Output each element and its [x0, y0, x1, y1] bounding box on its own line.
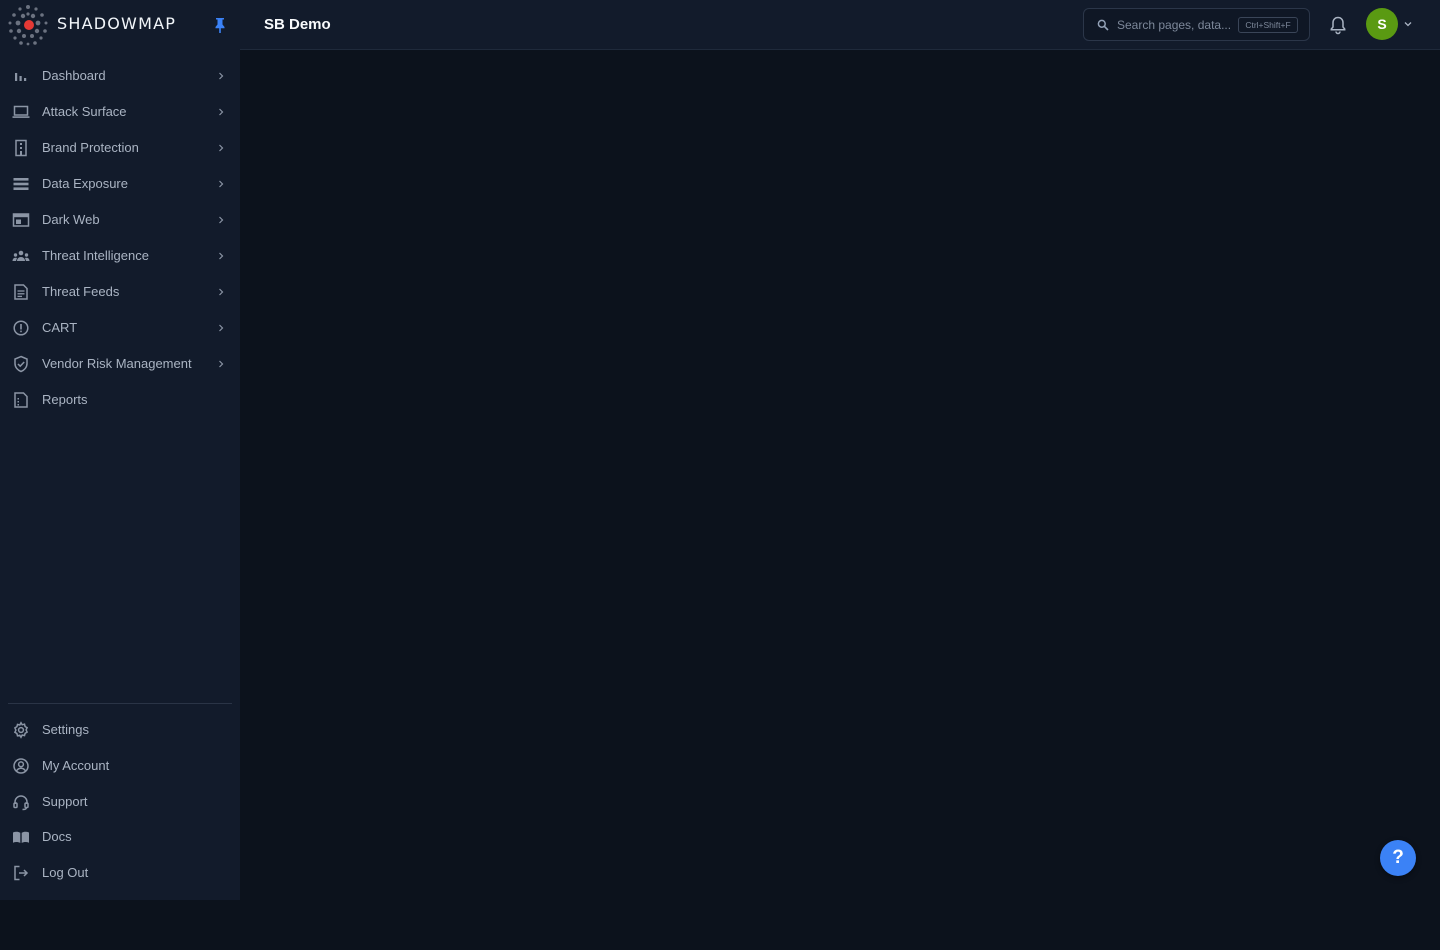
- sidebar-item-reports[interactable]: Reports: [0, 382, 240, 418]
- sidebar-divider: [8, 703, 232, 704]
- bell-icon[interactable]: [1329, 15, 1347, 35]
- search-input[interactable]: [1117, 17, 1235, 33]
- database-list-icon: [13, 178, 29, 190]
- building-icon: [15, 139, 27, 157]
- sidebar-item-label: Data Exposure: [42, 176, 128, 191]
- sidebar-item-label: Attack Surface: [42, 104, 127, 119]
- page-title: SB Demo: [264, 16, 331, 33]
- sidebar-item-threat-intelligence[interactable]: Threat Intelligence: [0, 238, 240, 274]
- chevron-right-icon: [219, 288, 224, 296]
- gear-icon: [13, 721, 29, 739]
- sidebar-item-label: Support: [42, 793, 88, 809]
- top-header: SB Demo Ctrl+Shift+F S: [240, 0, 1440, 50]
- sidebar-item-label: Vendor Risk Management: [42, 356, 192, 371]
- chevron-right-icon: [219, 72, 224, 80]
- sidebar-nav: Dashboard Attack Surface Brand Protectio…: [0, 58, 240, 418]
- sidebar-item-label: Docs: [42, 829, 72, 845]
- sidebar-item-attack-surface[interactable]: Attack Surface: [0, 94, 240, 130]
- web-window-icon: [12, 213, 30, 227]
- sidebar-item-label: Brand Protection: [42, 140, 139, 155]
- sidebar-item-dark-web[interactable]: Dark Web: [0, 202, 240, 238]
- help-button[interactable]: ?: [1380, 840, 1416, 876]
- report-icon: [14, 392, 28, 408]
- sidebar-item-label: Reports: [42, 392, 88, 407]
- alert-circle-icon: [13, 320, 29, 336]
- avatar[interactable]: S: [1366, 8, 1398, 40]
- sidebar-item-docs[interactable]: Docs: [0, 819, 240, 855]
- chevron-right-icon: [219, 360, 224, 368]
- shield-check-icon: [14, 355, 28, 373]
- sidebar-item-threat-feeds[interactable]: Threat Feeds: [0, 274, 240, 310]
- search-box[interactable]: Ctrl+Shift+F: [1083, 8, 1310, 41]
- headset-icon: [13, 794, 29, 810]
- sidebar-bottom-nav: Settings My Account Support Docs Log Out: [0, 712, 240, 891]
- brand-name: SHADOWMAP: [57, 14, 177, 33]
- group-icon: [12, 250, 30, 261]
- document-icon: [14, 284, 28, 300]
- sidebar-item-label: Threat Feeds: [42, 284, 120, 299]
- sidebar-item-support[interactable]: Support: [0, 784, 240, 820]
- account-circle-icon: [13, 758, 29, 774]
- sidebar-item-settings[interactable]: Settings: [0, 712, 240, 748]
- shadowmap-logo: [8, 5, 48, 46]
- pin-icon[interactable]: [213, 17, 227, 33]
- chevron-right-icon: [219, 108, 224, 116]
- sidebar-item-data-exposure[interactable]: Data Exposure: [0, 166, 240, 202]
- chevron-right-icon: [219, 252, 224, 260]
- search-icon: [1097, 19, 1109, 31]
- chevron-right-icon: [219, 216, 224, 224]
- chevron-down-icon[interactable]: [1403, 19, 1413, 29]
- sidebar-item-brand-protection[interactable]: Brand Protection: [0, 130, 240, 166]
- sidebar: SHADOWMAP Dashboard Attack Surface Brand…: [0, 0, 240, 900]
- chevron-right-icon: [219, 180, 224, 188]
- sidebar-item-my-account[interactable]: My Account: [0, 748, 240, 784]
- sidebar-item-label: My Account: [42, 757, 110, 773]
- sidebar-item-dashboard[interactable]: Dashboard: [0, 58, 240, 94]
- brand[interactable]: SHADOWMAP: [0, 0, 240, 50]
- logout-icon: [14, 865, 29, 881]
- search-shortcut-hint: Ctrl+Shift+F: [1238, 17, 1298, 33]
- sidebar-item-label: Log Out: [42, 865, 89, 881]
- laptop-icon: [12, 105, 30, 118]
- sidebar-item-label: Settings: [42, 722, 89, 737]
- sidebar-item-label: Dashboard: [42, 68, 106, 83]
- chevron-right-icon: [219, 324, 224, 332]
- sidebar-item-cart[interactable]: CART: [0, 310, 240, 346]
- main-content: [240, 51, 1440, 900]
- bar-chart-icon: [15, 73, 27, 81]
- sidebar-item-label: CART: [42, 320, 78, 335]
- sidebar-item-label: Threat Intelligence: [42, 248, 149, 263]
- sidebar-item-log-out[interactable]: Log Out: [0, 855, 240, 891]
- sidebar-item-vendor-risk-management[interactable]: Vendor Risk Management: [0, 346, 240, 382]
- sidebar-item-label: Dark Web: [42, 212, 100, 227]
- chevron-right-icon: [219, 144, 224, 152]
- book-icon: [13, 832, 29, 844]
